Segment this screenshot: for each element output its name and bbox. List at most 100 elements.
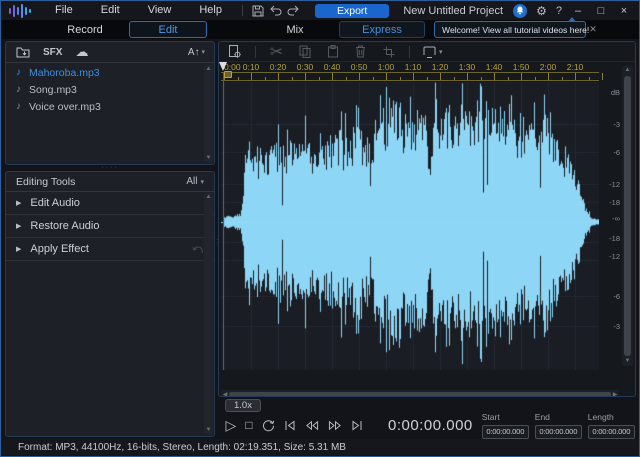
- ruler-tick-label: 0:40: [323, 62, 341, 72]
- title-bar: File Edit View Help Export New Untitled Pro…: [1, 1, 639, 20]
- music-note-icon: ♪: [16, 84, 21, 95]
- menu-help[interactable]: Help: [185, 1, 236, 20]
- scroll-up-icon[interactable]: ▲: [625, 66, 631, 75]
- save-icon[interactable]: [249, 3, 267, 19]
- menu-edit[interactable]: Edit: [87, 1, 134, 20]
- db-scale-label: -6: [613, 292, 620, 301]
- trim-icon[interactable]: [381, 44, 396, 59]
- end-label: End: [534, 411, 550, 422]
- scroll-left-icon[interactable]: ◀: [221, 391, 229, 396]
- tab-edit[interactable]: Edit: [129, 21, 207, 38]
- rewind-button[interactable]: [305, 417, 319, 433]
- cloud-library-icon[interactable]: ☁: [75, 45, 88, 59]
- copy-icon[interactable]: [297, 44, 312, 59]
- db-scale-label: -6: [613, 148, 620, 157]
- file-item[interactable]: ♪ Mahoroba.mp3: [6, 64, 204, 81]
- length-field-group: Length 0:00:00.000: [587, 412, 635, 439]
- maximize-button[interactable]: □: [594, 5, 608, 17]
- waveform-canvas[interactable]: [221, 82, 599, 370]
- tool-category-apply-effect[interactable]: ▶ Apply Effect: [6, 238, 214, 261]
- length-value-field[interactable]: 0:00:00.000: [587, 424, 635, 439]
- tooltip-text: Welcome! View all tutorial videos here!: [442, 24, 590, 35]
- start-label: Start: [481, 411, 500, 422]
- left-sidebar: SFX ☁ A↑ ▾ ♪ Mahoroba.mp3 ♪ Song.mp3 ♪ Voice o…: [5, 41, 215, 437]
- start-value-field[interactable]: 0:00:00.000: [481, 424, 529, 439]
- ruler-tick-label: 1:40: [485, 62, 503, 72]
- close-button[interactable]: ×: [617, 5, 631, 17]
- waveform-horizontal-scrollbar[interactable]: ◀ ▶: [221, 390, 619, 396]
- minimize-button[interactable]: –: [571, 5, 585, 17]
- tool-category-edit-audio[interactable]: ▶ Edit Audio: [6, 192, 214, 215]
- ruler-tick-label: 0:50: [350, 62, 368, 72]
- skip-to-end-button[interactable]: [351, 417, 363, 433]
- cut-icon[interactable]: ✂: [269, 44, 284, 61]
- file-item[interactable]: ♪ Song.mp3: [6, 81, 204, 98]
- menu-bar: File Edit View Help: [41, 1, 236, 20]
- tooltip-close-icon[interactable]: ✕: [589, 24, 603, 35]
- waveform-vertical-scrollbar[interactable]: ▲ ▼: [622, 66, 633, 366]
- expand-arrow-icon[interactable]: ▶: [16, 245, 21, 253]
- scrollbar-thumb[interactable]: [229, 392, 611, 396]
- status-bar: Format: MP3, 44100Hz, 16-bits, Stereo, L…: [2, 439, 638, 455]
- tool-category-restore-audio[interactable]: ▶ Restore Audio: [6, 215, 214, 238]
- import-file-icon[interactable]: [15, 45, 30, 60]
- scroll-down-icon[interactable]: ▼: [206, 426, 212, 434]
- scroll-down-icon[interactable]: ▼: [206, 154, 212, 162]
- edit-toolbar: ✂ ▾: [219, 42, 635, 62]
- paste-icon[interactable]: [325, 44, 340, 59]
- settings-gear-icon[interactable]: ⚙: [536, 4, 547, 18]
- fast-forward-button[interactable]: [328, 417, 342, 433]
- tab-express[interactable]: Express: [339, 21, 425, 38]
- scroll-down-icon[interactable]: ▼: [625, 357, 631, 366]
- playback-speed-button[interactable]: 1.0x: [225, 399, 261, 412]
- ruler-tick-label: 0:30: [296, 62, 314, 72]
- redo-icon[interactable]: [285, 3, 303, 19]
- export-button[interactable]: Export: [314, 3, 390, 18]
- scroll-up-icon[interactable]: ▲: [206, 65, 212, 73]
- ruler-tick-label: 1:30: [458, 62, 476, 72]
- insert-select-tool[interactable]: ▾: [423, 46, 443, 58]
- tools-scrollbar[interactable]: ▲ ▼: [204, 193, 213, 434]
- play-button[interactable]: ▷: [226, 417, 237, 433]
- stop-button[interactable]: □: [245, 417, 252, 433]
- undo-icon[interactable]: [267, 3, 285, 19]
- menu-file[interactable]: File: [41, 1, 87, 20]
- expand-arrow-icon[interactable]: ▶: [16, 222, 21, 230]
- properties-icon[interactable]: [227, 44, 242, 59]
- expand-arrow-icon[interactable]: ▶: [16, 199, 21, 207]
- db-scale-label: -18: [609, 234, 620, 243]
- skip-to-start-button[interactable]: [284, 417, 296, 433]
- sort-dropdown[interactable]: A↑ ▾: [188, 47, 205, 58]
- db-scale-label: dB: [610, 88, 620, 97]
- help-icon[interactable]: ?: [556, 5, 562, 17]
- db-scale-label: -18: [609, 198, 620, 207]
- scroll-right-icon[interactable]: ▶: [611, 391, 619, 396]
- tooltip-pointer: [568, 17, 576, 22]
- tab-record[interactable]: Record: [41, 21, 129, 38]
- file-name: Mahoroba.mp3: [29, 66, 100, 79]
- end-field-group: End 0:00:00.000: [534, 411, 582, 439]
- loop-marker[interactable]: [224, 71, 232, 78]
- tool-category-label: Apply Effect: [30, 243, 89, 255]
- playhead-handle-icon[interactable]: [219, 62, 227, 71]
- tool-category-label: Edit Audio: [30, 197, 80, 209]
- loop-button[interactable]: [262, 417, 275, 433]
- tools-filter-dropdown[interactable]: All ▾: [186, 176, 204, 187]
- playhead-line[interactable]: [219, 62, 232, 370]
- menu-view[interactable]: View: [134, 1, 186, 20]
- music-note-icon: ♪: [16, 101, 21, 112]
- scrollbar-thumb[interactable]: [624, 76, 631, 356]
- tab-mix[interactable]: Mix: [251, 21, 339, 38]
- scroll-up-icon[interactable]: ▲: [206, 193, 212, 201]
- notifications-icon[interactable]: [513, 3, 528, 18]
- waveform-zone[interactable]: 0:00 0:10 0:20 0:30 0:40 0:50 1:00 1:10 1:20 1:30…: [219, 62, 635, 396]
- library-scrollbar[interactable]: ▲ ▼: [204, 65, 213, 162]
- project-title: New Untitled Project: [403, 4, 503, 17]
- end-value-field[interactable]: 0:00:00.000: [534, 424, 582, 439]
- timeline-ruler[interactable]: 0:00 0:10 0:20 0:30 0:40 0:50 1:00 1:10 1:20 1:30…: [221, 62, 603, 82]
- reset-effect-icon[interactable]: [192, 244, 204, 255]
- delete-icon[interactable]: [353, 44, 368, 59]
- file-item[interactable]: ♪ Voice over.mp3: [6, 98, 204, 115]
- ruler-tick-label: 1:20: [431, 62, 449, 72]
- sfx-library-button[interactable]: SFX: [43, 47, 62, 58]
